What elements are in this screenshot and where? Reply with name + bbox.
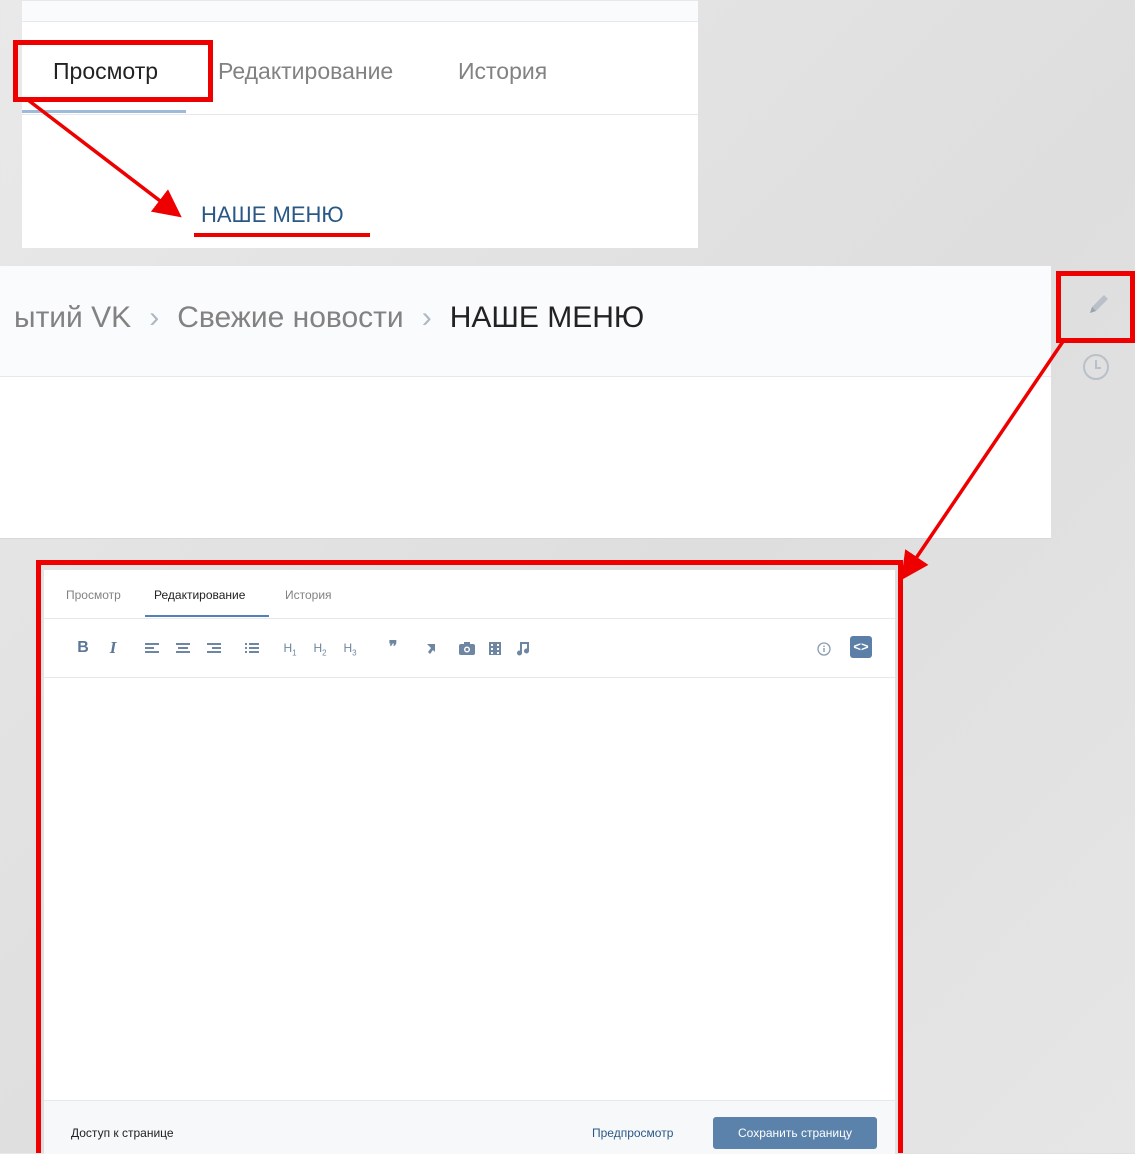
arrow-to-editor [901,339,1066,581]
annotation-arrows [26,98,1066,581]
arrow-to-menu [26,98,182,218]
